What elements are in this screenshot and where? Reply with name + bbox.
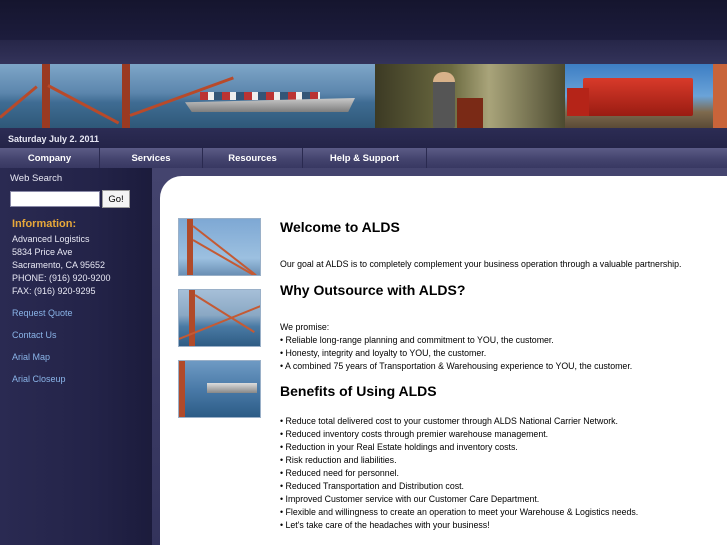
- welcome-text: Our goal at ALDS is to completely comple…: [280, 259, 682, 269]
- outsource-intro: We promise:: [280, 322, 330, 332]
- link-contact-us[interactable]: Contact Us: [12, 330, 57, 340]
- main-nav: Company Services Resources Help & Suppor…: [0, 148, 727, 168]
- nav-company[interactable]: Company: [0, 148, 100, 168]
- info-street: 5834 Price Ave: [12, 247, 73, 257]
- outsource-item: • Honesty, integrity and loyalty to YOU,…: [280, 348, 487, 358]
- welcome-title: Welcome to ALDS: [280, 219, 400, 235]
- benefit-item: • Reduction in your Real Estate holdings…: [280, 442, 518, 452]
- bridge-and-ship-photo: [0, 64, 375, 128]
- benefit-item: • Reduced inventory costs through premie…: [280, 429, 549, 439]
- benefit-item: • Reduced Transportation and Distributio…: [280, 481, 465, 491]
- info-fax: FAX: (916) 920-9295: [12, 286, 96, 296]
- benefit-item: • Flexible and willingness to create an …: [280, 507, 639, 517]
- nav-help-support[interactable]: Help & Support: [303, 148, 427, 168]
- truck-photo: [565, 64, 713, 128]
- info-phone: PHONE: (916) 920-9200: [12, 273, 111, 283]
- outsource-item: • A combined 75 years of Transportation …: [280, 361, 633, 371]
- info-company: Advanced Logistics: [12, 234, 90, 244]
- outsource-item: • Reliable long-range planning and commi…: [280, 335, 554, 345]
- nav-services[interactable]: Services: [100, 148, 203, 168]
- cargo-ship-photo-thumbnail: [178, 360, 261, 418]
- benefit-item: • Risk reduction and liabilities.: [280, 455, 397, 465]
- nav-resources[interactable]: Resources: [203, 148, 303, 168]
- warehouse-worker-photo: [375, 64, 565, 128]
- banner-image: [0, 64, 727, 128]
- header-band: [0, 0, 727, 64]
- golden-gate-photo-thumbnail: [178, 289, 261, 347]
- link-arial-map[interactable]: Arial Map: [12, 352, 50, 362]
- outsource-title: Why Outsource with ALDS?: [280, 282, 466, 298]
- date-display: Saturday July 2. 2011: [0, 128, 727, 148]
- info-city: Sacramento, CA 95652: [12, 260, 106, 270]
- link-arial-closeup[interactable]: Arial Closeup: [12, 374, 66, 384]
- benefit-item: • Improved Customer service with our Cus…: [280, 494, 540, 504]
- search-input[interactable]: [10, 191, 100, 207]
- search-label: Web Search: [10, 173, 63, 184]
- bridge-photo-thumbnail: [178, 218, 261, 276]
- benefit-item: • Reduced need for personnel.: [280, 468, 399, 478]
- benefits-title: Benefits of Using ALDS: [280, 383, 437, 399]
- info-heading: Information:: [12, 218, 77, 230]
- benefit-item: • Reduce total delivered cost to your cu…: [280, 416, 619, 426]
- header-stripe: [0, 40, 727, 64]
- link-request-quote[interactable]: Request Quote: [12, 308, 73, 318]
- benefit-item: • Let's take care of the headaches with …: [280, 520, 490, 530]
- go-button[interactable]: Go!: [102, 190, 130, 208]
